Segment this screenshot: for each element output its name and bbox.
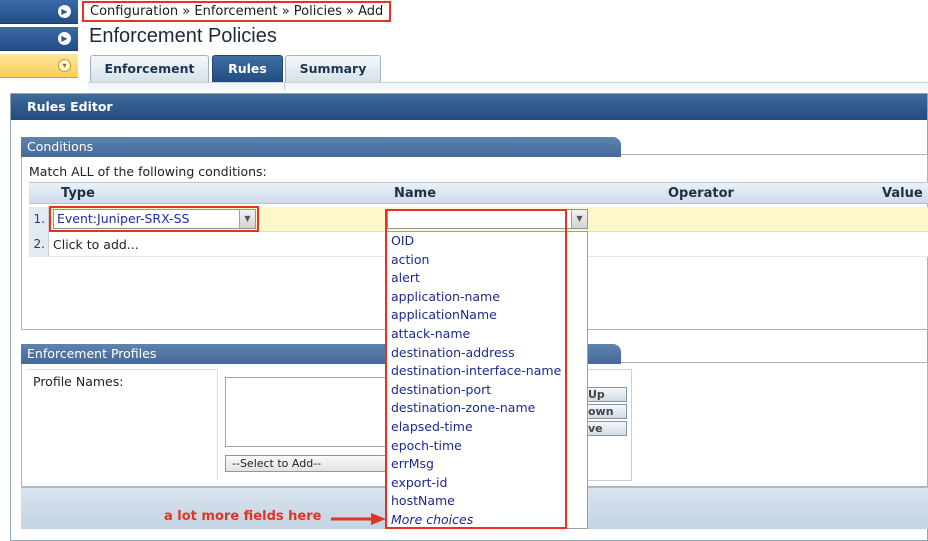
profile-names-label: Profile Names: — [33, 374, 124, 389]
conditions-header: Conditions — [21, 137, 621, 157]
breadcrumb[interactable]: Configuration » Enforcement » Policies »… — [82, 1, 392, 22]
highlight-name-dropdown — [385, 209, 567, 529]
left-nav: ▶ ▶ ▾ — [0, 0, 78, 92]
dialog-title: Rules Editor — [11, 94, 927, 120]
chevron-down-icon[interactable]: ▼ — [571, 210, 587, 228]
click-to-add[interactable]: Click to add... — [53, 237, 139, 252]
column-name: Name — [394, 186, 437, 201]
nav-row-2[interactable]: ▶ — [0, 27, 78, 51]
move-down-button[interactable]: own — [588, 404, 627, 419]
remove-button[interactable]: ve — [588, 421, 627, 436]
column-operator: Operator — [668, 186, 734, 201]
tab-summary[interactable]: Summary — [285, 55, 381, 82]
row-number: 1. — [29, 207, 49, 232]
profile-add-select[interactable]: --Select to Add-- — [225, 455, 390, 472]
move-up-button[interactable]: Up — [588, 387, 627, 402]
page-title: Enforcement Policies — [89, 25, 277, 47]
annotation-text: a lot more fields here — [164, 509, 322, 524]
nav-row-3[interactable]: ▾ — [0, 54, 78, 78]
highlight-type-select — [49, 206, 259, 232]
column-type: Type — [61, 186, 95, 201]
row-number: 2. — [29, 232, 49, 257]
annotation-arrow-icon — [331, 513, 386, 525]
plus-circle-icon[interactable]: ▶ — [58, 5, 71, 18]
tab-content-strip — [88, 82, 928, 91]
conditions-column-header: Type Name Operator Value — [29, 182, 928, 204]
tab-enforcement[interactable]: Enforcement — [90, 55, 209, 82]
profile-names-list[interactable] — [225, 377, 390, 447]
column-value: Value — [882, 186, 923, 201]
plus-circle-icon[interactable]: ▶ — [58, 32, 71, 45]
conditions-caption: Match ALL of the following conditions: — [29, 164, 267, 179]
chevron-down-circle-icon[interactable]: ▾ — [58, 59, 71, 72]
nav-row-1[interactable]: ▶ — [0, 0, 78, 24]
tab-rules[interactable]: Rules — [212, 55, 283, 82]
